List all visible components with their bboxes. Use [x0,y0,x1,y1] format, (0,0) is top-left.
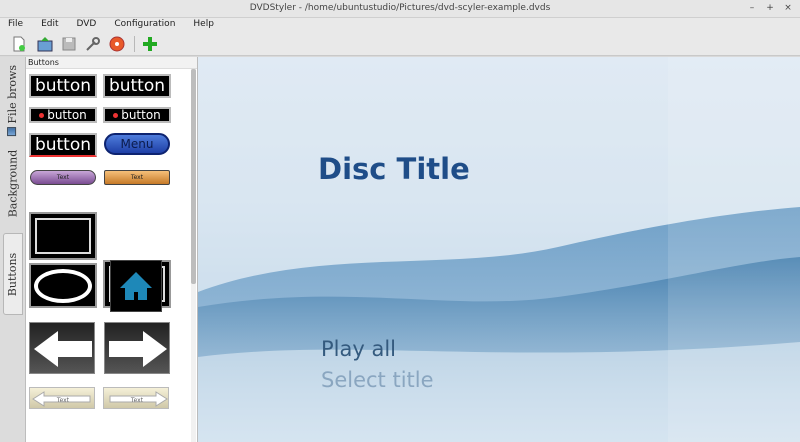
menu-help[interactable]: Help [193,18,220,32]
oval-frame[interactable] [29,263,97,308]
button-style-orange[interactable]: Text [104,170,170,185]
panel-header: Buttons [26,57,197,69]
minimize-icon[interactable]: – [746,2,758,14]
buttons-panel: Buttons button button button button butt… [26,57,198,442]
add-icon[interactable] [141,35,159,53]
title-bar: DVDStyler - /home/ubuntustudio/Pictures/… [0,0,800,18]
tab-file-browser[interactable]: File brows [3,59,23,141]
tab-file-browser-label: File brows [6,64,20,124]
button-style-dot-alt[interactable]: button [103,107,171,123]
menu-file[interactable]: File [8,18,29,32]
bullet-icon [113,112,119,118]
play-all-button[interactable]: Play all [321,337,396,361]
scroll-thumb[interactable] [191,69,196,284]
left-arrow-icon[interactable] [29,322,95,374]
save-icon[interactable] [60,35,78,53]
button-style-purple[interactable]: Text [30,170,96,185]
panel-scrollbar[interactable] [191,69,196,442]
button-style-dot[interactable]: button [29,107,97,123]
menu-configuration[interactable]: Configuration [114,18,181,32]
strip-label: Text [130,397,144,404]
select-title-button[interactable]: Select title [321,368,434,392]
strip-label: Text [56,397,70,404]
button-style-plain-alt[interactable]: button [103,74,171,98]
background-waves [198,57,800,442]
open-icon[interactable] [36,35,54,53]
maximize-icon[interactable]: + [764,2,776,14]
settings-icon[interactable] [84,35,102,53]
tab-background-label: Background [6,149,20,217]
tab-buttons[interactable]: Buttons [3,233,23,315]
close-icon[interactable]: × [782,2,794,14]
tab-buttons-label: Buttons [6,252,20,296]
new-icon[interactable] [10,35,28,53]
strip-arrow-right[interactable]: Text [103,387,169,409]
burn-icon[interactable] [108,35,126,53]
button-label: button [121,108,161,122]
toolbar [0,32,800,56]
home-icon[interactable] [110,260,162,312]
menu-dvd[interactable]: DVD [77,18,103,32]
right-arrow-icon[interactable] [104,322,170,374]
button-label: button [47,108,87,122]
window-title: DVDStyler - /home/ubuntustudio/Pictures/… [249,3,551,13]
frame-style-thin[interactable] [29,212,97,260]
menu-bar: File Edit DVD Configuration Help [0,18,800,32]
tab-background[interactable]: Background [3,145,23,221]
menu-canvas[interactable]: Disc Title Play all Select title [198,57,800,442]
strip-arrow-left[interactable]: Text [29,387,95,409]
button-style-plain[interactable]: button [29,74,97,98]
button-style-underline[interactable]: button [29,133,97,157]
menu-edit[interactable]: Edit [41,18,64,32]
file-browser-icon [7,126,17,136]
button-style-menu[interactable]: Menu [104,133,170,155]
bullet-icon [39,112,45,118]
disc-title[interactable]: Disc Title [318,152,470,186]
side-tabs: File brows Background Buttons [0,57,26,442]
